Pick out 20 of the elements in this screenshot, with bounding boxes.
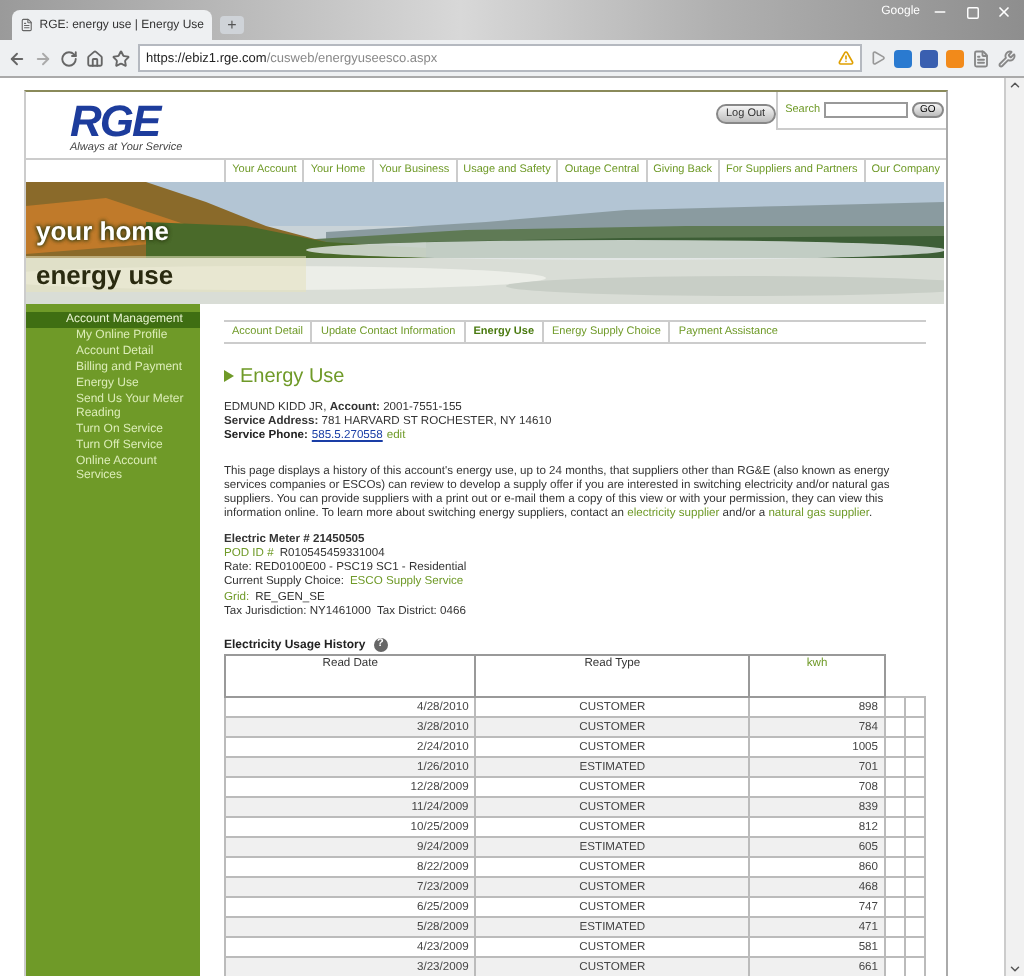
warning-icon[interactable] (838, 50, 854, 66)
new-tab-button[interactable]: + (220, 16, 244, 34)
triangle-icon (224, 370, 234, 383)
scroll-down-icon[interactable] (1008, 962, 1022, 976)
home-icon[interactable] (86, 49, 104, 67)
maximize-icon[interactable] (965, 5, 979, 19)
close-icon[interactable] (996, 4, 1012, 20)
back-icon[interactable] (8, 49, 26, 67)
star-icon[interactable] (112, 49, 130, 67)
forward-icon[interactable] (34, 49, 52, 67)
play-icon[interactable] (870, 50, 886, 66)
search-field[interactable] (824, 102, 909, 118)
page-icon (20, 18, 34, 32)
reload-icon[interactable] (60, 49, 78, 67)
section-title: Energy Use (240, 365, 345, 388)
wrench-icon[interactable] (998, 49, 1016, 67)
page-icon[interactable] (972, 49, 990, 67)
logo[interactable]: RGE (70, 102, 316, 142)
scroll-up-icon[interactable] (1008, 78, 1022, 92)
banner-subtitle: energy use (36, 260, 174, 291)
